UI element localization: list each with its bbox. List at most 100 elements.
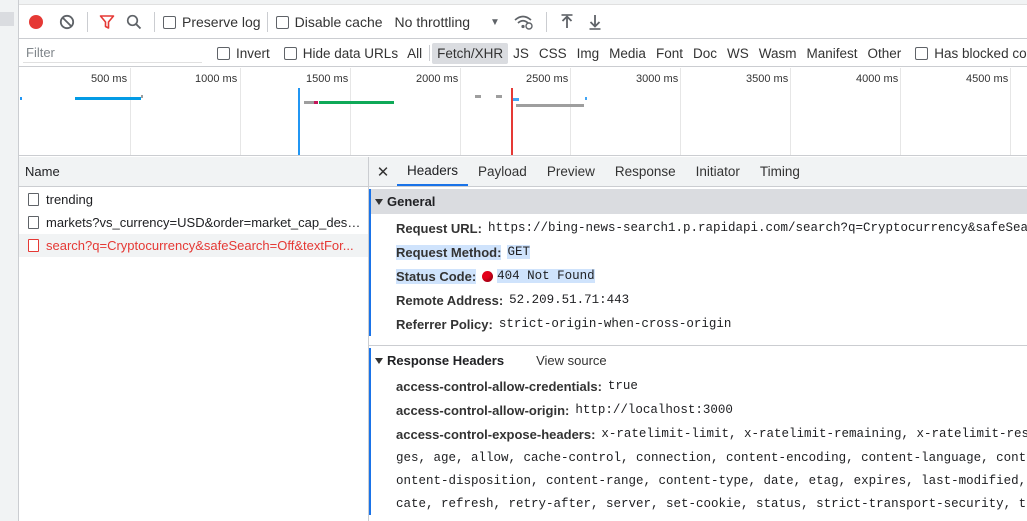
timeline-request-bar	[585, 97, 587, 100]
timeline-tick-label: 1500 ms	[306, 73, 349, 85]
response-headers-title: Response Headers	[387, 353, 505, 368]
tab-timing[interactable]: Timing	[750, 157, 810, 186]
timeline-request-bar	[496, 95, 502, 98]
view-source-link[interactable]: View source	[536, 353, 607, 368]
request-row-search[interactable]: search?q=Cryptocurrency&safeSearch=Off&t…	[19, 234, 368, 257]
timeline-request-bar	[314, 101, 318, 104]
type-filter-media[interactable]: Media	[604, 43, 651, 64]
referrer-policy-key: Referrer Policy:	[396, 316, 493, 332]
preserve-log-checkbox[interactable]: Preserve log	[163, 14, 261, 30]
tab-headers[interactable]: Headers	[397, 157, 469, 186]
export-har-button[interactable]	[581, 9, 609, 35]
import-icon	[561, 14, 573, 28]
triangle-down-icon	[375, 198, 383, 205]
remote-address-key: Remote Address:	[396, 292, 504, 308]
request-row-trending[interactable]: trending	[19, 188, 368, 211]
type-filter-js[interactable]: JS	[508, 43, 534, 64]
request-method-value: GET	[507, 245, 530, 259]
type-filter-font[interactable]: Font	[651, 43, 688, 64]
filter-toggle-button[interactable]	[94, 9, 120, 35]
request-name: markets?vs_currency=USD&order=market_cap…	[46, 215, 364, 230]
tab-preview[interactable]: Preview	[537, 157, 605, 186]
timeline-tick-label: 2500 ms	[526, 73, 569, 85]
timeline-request-bar	[304, 101, 314, 104]
has-blocked-cookies-box[interactable]	[915, 46, 929, 60]
type-filter-manifest[interactable]: Manifest	[801, 43, 862, 64]
document-icon	[28, 216, 39, 229]
preserve-log-box[interactable]	[163, 15, 176, 29]
request-url-value: https://bing-news-search1.p.rapidapi.com…	[487, 221, 1027, 235]
status-code-row: Status Code: 404 Not Found	[371, 264, 1027, 288]
document-icon	[28, 193, 39, 206]
type-filter-css[interactable]: CSS	[534, 43, 572, 64]
header-value: ontent-disposition, content-range, conte…	[396, 473, 1027, 488]
timeline-gridline	[1010, 68, 1011, 155]
has-blocked-cookies-checkbox[interactable]: Has blocked cookie	[915, 46, 1027, 61]
request-method-row: Request Method: GET	[371, 240, 1027, 264]
tab-response[interactable]: Response	[605, 157, 686, 186]
timeline-gridline	[460, 68, 461, 155]
request-url-row: Request URL: https://bing-news-search1.p…	[371, 216, 1027, 240]
request-name: trending	[46, 192, 93, 207]
hide-data-urls-box[interactable]	[283, 46, 297, 60]
import-har-button[interactable]	[553, 9, 581, 35]
invert-checkbox[interactable]: Invert	[217, 46, 270, 61]
response-headers-header[interactable]: Response Headers View source	[371, 348, 1027, 373]
remote-address-value: 52.209.51.71:443	[509, 293, 630, 307]
name-column-header[interactable]: Name	[19, 157, 368, 187]
tab-initiator[interactable]: Initiator	[686, 157, 750, 186]
overview-timeline[interactable]: 500 ms 1000 ms 1500 ms 2000 ms 2500 ms 3…	[19, 68, 1027, 156]
timeline-tick-label: 3000 ms	[636, 73, 679, 85]
timeline-gridline	[570, 68, 571, 155]
referrer-policy-row: Referrer Policy: strict-origin-when-cros…	[371, 312, 1027, 336]
toolbar-separator	[87, 12, 88, 32]
hide-data-urls-label: Hide data URLs	[302, 45, 399, 61]
invert-label: Invert	[236, 45, 270, 61]
top-edge	[19, 0, 1027, 5]
triangle-down-icon	[375, 357, 383, 364]
general-section-header[interactable]: General	[371, 189, 1027, 214]
clear-icon	[59, 14, 75, 30]
type-filter-all[interactable]: All	[402, 43, 427, 64]
toolbar-separator	[266, 12, 268, 32]
search-button[interactable]	[120, 9, 148, 35]
request-details-panel: ✕ Headers Payload Preview Response Initi…	[369, 157, 1027, 521]
timeline-request-bar	[141, 95, 143, 98]
header-row-acao: access-control-allow-origin: http://loca…	[371, 398, 1027, 422]
document-icon	[28, 239, 39, 252]
network-conditions-button[interactable]	[506, 9, 540, 35]
disable-cache-checkbox[interactable]: Disable cache	[275, 14, 383, 30]
header-key: access-control-allow-credentials:	[396, 378, 602, 394]
timeline-request-bar	[319, 101, 394, 104]
record-button[interactable]	[19, 9, 53, 35]
timeline-gridline	[900, 68, 901, 155]
request-name: search?q=Cryptocurrency&safeSearch=Off&t…	[46, 238, 354, 253]
close-icon[interactable]: ✕	[369, 157, 397, 186]
disable-cache-box[interactable]	[275, 15, 289, 29]
hide-data-urls-checkbox[interactable]: Hide data URLs	[283, 45, 399, 61]
network-toolbar: Preserve log Disable cache No throttling…	[19, 6, 1027, 39]
resource-type-filters: All Fetch/XHR JS CSS Img Media Font Doc …	[402, 42, 907, 64]
header-row-acac: access-control-allow-credentials: true	[371, 374, 1027, 398]
throttling-select[interactable]: No throttling ▼	[395, 14, 500, 30]
type-filter-img[interactable]: Img	[572, 43, 605, 64]
tab-payload[interactable]: Payload	[468, 157, 537, 186]
type-filter-doc[interactable]: Doc	[688, 43, 722, 64]
type-filter-other[interactable]: Other	[863, 43, 907, 64]
type-filter-wasm[interactable]: Wasm	[754, 43, 802, 64]
type-filter-fetch-xhr[interactable]: Fetch/XHR	[432, 42, 509, 64]
throttling-value: No throttling	[394, 14, 471, 30]
clear-button[interactable]	[53, 9, 81, 35]
preserve-log-label: Preserve log	[182, 14, 261, 30]
type-filter-ws[interactable]: WS	[722, 43, 754, 64]
header-value: http://localhost:3000	[575, 403, 733, 417]
header-value: ges, age, allow, cache-control, connecti…	[396, 450, 1027, 465]
request-row-markets[interactable]: markets?vs_currency=USD&order=market_cap…	[19, 211, 368, 234]
filter-input[interactable]	[23, 43, 202, 63]
invert-box[interactable]	[217, 46, 230, 60]
timeline-request-bar	[75, 97, 141, 100]
toolbar-separator	[154, 12, 155, 32]
timeline-tick-label: 2000 ms	[416, 73, 459, 85]
header-value-continued: ontent-disposition, content-range, conte…	[371, 469, 1027, 492]
request-url-key: Request URL:	[396, 220, 482, 236]
